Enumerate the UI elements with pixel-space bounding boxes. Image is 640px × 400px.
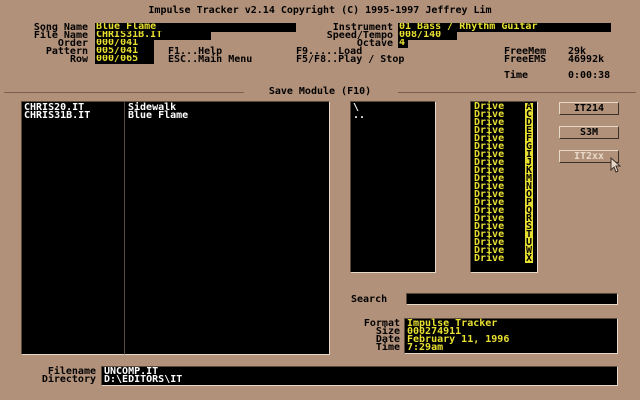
search-input[interactable] [406,293,618,305]
time-label: Time [504,70,529,81]
time-detail-value: 7:29am [407,342,444,353]
search-label: Search [351,294,388,305]
help-f5f8: F5/F8..Play / Stop [296,54,405,65]
directory-item[interactable]: .. [353,111,365,121]
drive-label: Drive [474,253,505,264]
song-list-item[interactable]: Blue Flame [128,111,188,121]
freeems-value: 46992k [568,54,605,65]
drive-item[interactable]: Drive X [474,253,535,264]
impulse-tracker-screen: Impulse Tracker v2.14 Copyright (C) 1995… [0,0,640,400]
divider-right [398,92,636,93]
filename-directory-panel[interactable]: UNCOMP.IT D:\EDITORS\IT [101,366,618,386]
directory-label: Directory [41,374,96,385]
drive-letter: X [525,253,533,264]
octave-field[interactable]: 4 [398,39,408,48]
help-esc: ESC..Main Menu [168,54,253,65]
freeems-label: FreeEMS [504,54,547,65]
file-list-item[interactable]: CHRIS31B.IT [24,111,90,121]
details-panel: Impulse Tracker 000274911 February 11, 1… [404,318,618,354]
time-value: 0:00:38 [568,70,611,81]
song-list-panel[interactable]: Sidewalk Blue Flame [124,101,330,355]
s3m-button[interactable]: S3M [559,126,619,139]
it214-button[interactable]: IT214 [559,102,619,115]
row-label: Row [69,54,88,65]
row-field[interactable]: 000/065 [95,55,154,64]
file-list-panel[interactable]: CHRIS20.IT CHRIS31B.IT [21,101,125,355]
octave-label: Octave [356,38,393,49]
time-detail-label: Time [375,342,400,353]
app-title: Impulse Tracker v2.14 Copyright (C) 1995… [148,5,492,16]
directory-list-panel[interactable]: \ .. [350,101,436,273]
mouse-cursor-icon [610,157,621,173]
directory-input[interactable]: D:\EDITORS\IT [104,375,182,385]
